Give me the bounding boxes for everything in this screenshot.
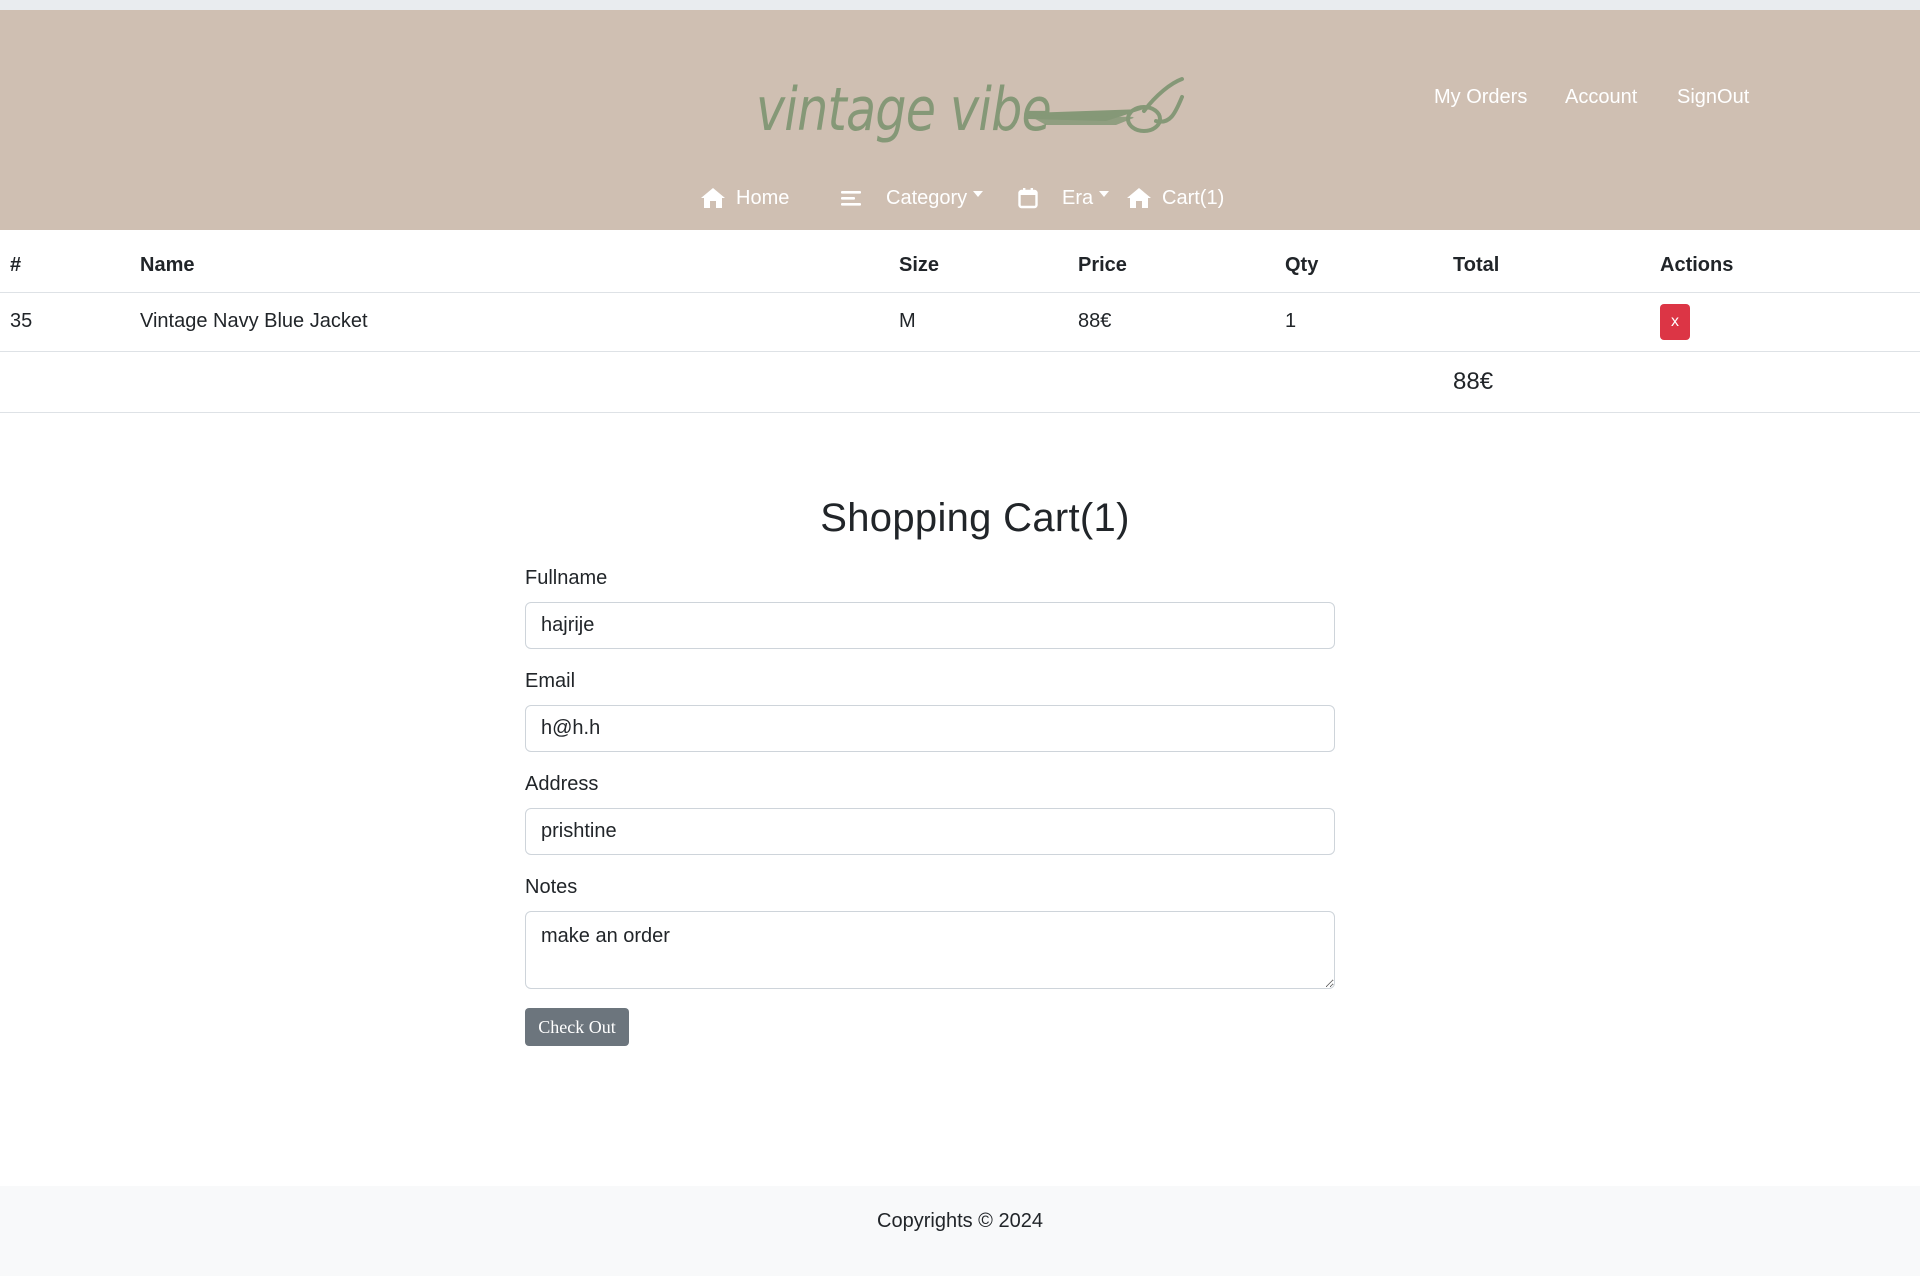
address-group: Address [525, 770, 1335, 855]
email-field[interactable] [525, 705, 1335, 752]
address-field[interactable] [525, 808, 1335, 855]
home-icon [701, 188, 725, 208]
checkout-form: Shopping Cart(1) Fullname Email Address … [525, 490, 1335, 1046]
nav-category-dropdown[interactable]: Category [840, 180, 984, 216]
nav-category-label: Category [886, 186, 968, 209]
site-header: vintage vibe My Orders Account SignOut H… [0, 10, 1920, 230]
grand-total: 88€ [1443, 351, 1650, 413]
email-label: Email [525, 670, 576, 692]
home-icon [1127, 188, 1151, 208]
top-strip [0, 0, 1920, 10]
cell-qty: 1 [1275, 292, 1443, 352]
account-link[interactable]: Account [1565, 82, 1637, 112]
nav-era-dropdown[interactable]: Era [1018, 180, 1110, 216]
chevron-down-icon [973, 191, 984, 197]
table-header-row: # Name Size Price Qty Total Actions [0, 240, 1920, 293]
cell-total [1443, 292, 1650, 352]
page-title: Shopping Cart(1) [820, 496, 1130, 540]
column-header-qty: Qty [1275, 240, 1443, 293]
column-header-actions: Actions [1650, 240, 1920, 293]
column-header-id: # [0, 240, 130, 293]
total-row: 88€ [0, 351, 1920, 413]
nav-cart[interactable]: Cart(1) [1126, 180, 1224, 216]
cell-actions: x [1650, 292, 1920, 352]
site-footer: Copyrights © 2024 [0, 1186, 1920, 1276]
main-nav: Home Category Era Cart(1) [0, 180, 1920, 216]
email-group: Email [525, 667, 1335, 752]
logo-text: vintage vibe [756, 75, 1052, 145]
nav-cart-label: Cart(1) [1162, 186, 1225, 209]
remove-item-button[interactable]: x [1660, 303, 1690, 340]
calendar-icon [1018, 188, 1038, 209]
notes-field[interactable]: make an order [525, 911, 1335, 989]
fullname-group: Fullname [525, 564, 1335, 649]
table-row: 35 Vintage Navy Blue Jacket M 88€ 1 x [0, 292, 1920, 352]
notes-group: Notes make an order [525, 873, 1335, 994]
notes-label: Notes [525, 876, 578, 898]
checkout-button[interactable]: Check Out [525, 1008, 629, 1046]
scissors-icon [1028, 77, 1184, 133]
cell-id: 35 [0, 292, 130, 352]
signout-link[interactable]: SignOut [1677, 82, 1749, 112]
fullname-label: Fullname [525, 567, 608, 589]
nav-era-label: Era [1062, 186, 1094, 209]
address-label: Address [525, 773, 599, 795]
chevron-down-icon [1099, 191, 1110, 197]
cell-price: 88€ [1068, 292, 1275, 352]
nav-home[interactable]: Home [700, 180, 789, 216]
cell-size: M [889, 292, 1068, 352]
cart-table: # Name Size Price Qty Total Actions 35 V… [0, 240, 1920, 413]
fullname-field[interactable] [525, 602, 1335, 649]
copyright-text: Copyrights © 2024 [877, 1210, 1043, 1232]
column-header-price: Price [1068, 240, 1275, 293]
column-header-name: Name [130, 240, 889, 293]
nav-home-label: Home [736, 186, 790, 209]
list-icon [841, 191, 861, 206]
my-orders-link[interactable]: My Orders [1434, 82, 1527, 112]
column-header-size: Size [889, 240, 1068, 293]
cell-name: Vintage Navy Blue Jacket [130, 292, 889, 352]
site-logo[interactable]: vintage vibe [756, 65, 1186, 155]
column-header-total: Total [1443, 240, 1650, 293]
